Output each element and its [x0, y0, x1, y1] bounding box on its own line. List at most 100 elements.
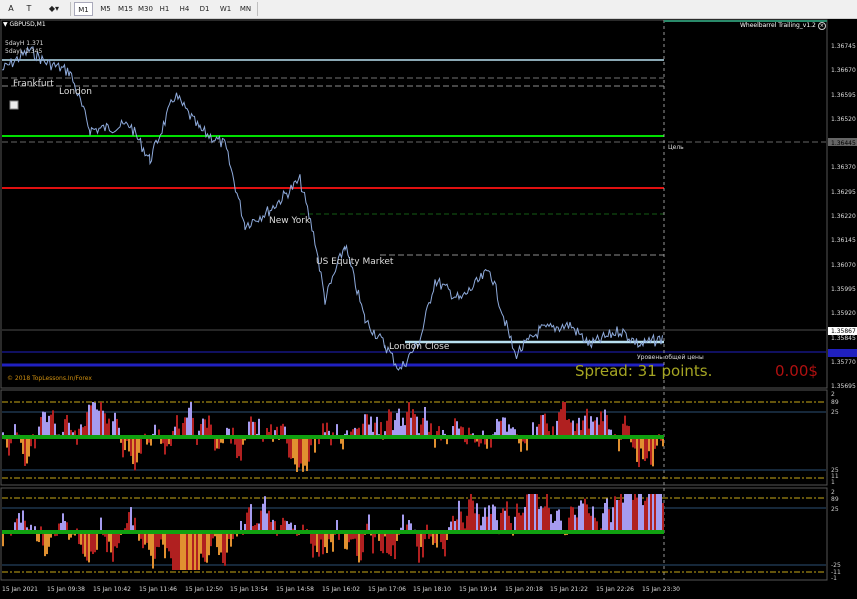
price-axis-tick: 1.36370	[831, 164, 856, 171]
histogram-bar	[584, 498, 586, 532]
histogram-bar	[546, 494, 548, 532]
histogram-bar	[470, 494, 472, 532]
histogram-bar	[564, 402, 566, 437]
histogram-bar	[158, 532, 160, 548]
histogram-bar	[584, 415, 586, 437]
histogram-bar	[2, 532, 4, 547]
histogram-bar	[214, 437, 216, 451]
histogram-bar	[200, 532, 202, 554]
timeframe-h1-button[interactable]: H1	[155, 2, 174, 16]
histogram-bar	[302, 437, 304, 472]
histogram-bar	[436, 532, 438, 548]
histogram-bar	[24, 437, 26, 466]
histogram-bar	[110, 532, 112, 553]
histogram-bar	[442, 532, 444, 550]
histogram-bar	[578, 417, 580, 437]
histogram-bar	[648, 437, 650, 452]
time-axis-tick: 15 Jan 18:10	[413, 586, 451, 593]
histogram-bar	[94, 532, 96, 553]
timeframe-h4-button[interactable]: H4	[175, 2, 194, 16]
histogram-bar	[504, 417, 506, 437]
histogram-bar	[580, 500, 582, 532]
timeframe-m5-button[interactable]: M5	[96, 2, 115, 16]
histogram-bar	[416, 416, 418, 437]
histogram-bar	[590, 416, 592, 437]
histogram-bar	[150, 532, 152, 556]
histogram-bar	[198, 532, 200, 570]
histogram-bar	[360, 532, 362, 561]
close-icon[interactable]: ×	[817, 22, 826, 30]
histogram-bar	[18, 513, 20, 532]
histogram-bar	[202, 418, 204, 437]
timeframe-d1-button[interactable]: D1	[195, 2, 214, 16]
histogram-bar	[500, 512, 502, 532]
histogram-bar	[562, 402, 564, 437]
histogram-bar	[548, 507, 550, 532]
histogram-bar	[502, 417, 504, 437]
histogram-bar	[586, 504, 588, 532]
histogram-bar	[102, 410, 104, 437]
session-london-close: London Close	[389, 342, 450, 352]
histogram-bar	[90, 532, 92, 552]
histogram-bar	[22, 437, 24, 454]
histogram-bar	[184, 417, 186, 437]
chart-toolbar: A T ◆▾ M1 M5 M15 M30 H1 H4 D1 W1 MN	[0, 0, 857, 19]
histogram-bar	[260, 510, 262, 532]
histogram-bar	[482, 516, 484, 532]
histogram-bar	[86, 532, 88, 561]
histogram-bar	[64, 419, 66, 437]
histogram-bar	[84, 532, 86, 557]
timeframe-m15-button[interactable]: M15	[116, 2, 135, 16]
histogram-bar	[346, 532, 348, 550]
time-axis-tick: 15 Jan 22:26	[596, 586, 634, 593]
histogram-bar	[106, 423, 108, 437]
histogram-bar	[220, 532, 222, 553]
histogram-bar	[488, 505, 490, 532]
histogram-bar	[388, 409, 390, 437]
indicator1-axis-tick: 89	[831, 399, 839, 406]
histogram-bar	[424, 406, 426, 437]
histogram-bar	[196, 532, 198, 570]
histogram-bar	[418, 532, 420, 563]
session-frankfurt: Frankfurt	[13, 79, 54, 89]
shapes-menu-button[interactable]: ◆▾	[44, 2, 64, 16]
histogram-bar	[326, 422, 328, 437]
symbol-text: GBPUSD,M1	[9, 21, 46, 28]
histogram-bar	[376, 416, 378, 437]
timeframe-mn-button[interactable]: MN	[236, 2, 255, 16]
price-chart[interactable]	[0, 19, 857, 599]
histogram-bar	[540, 506, 542, 532]
histogram-bar	[544, 506, 546, 532]
time-axis-tick: 15 Jan 14:58	[276, 586, 314, 593]
price-axis-tick: 1.35770	[831, 359, 856, 366]
histogram-bar	[638, 437, 640, 468]
histogram-bar	[130, 437, 132, 456]
total-price-label: Уровень общей цены	[637, 354, 704, 361]
histogram-bar	[154, 532, 156, 559]
timeframe-m30-button[interactable]: M30	[136, 2, 155, 16]
histogram-bar	[556, 510, 558, 532]
timeframe-w1-button[interactable]: W1	[216, 2, 235, 16]
histogram-bar	[246, 512, 248, 532]
histogram-bar	[8, 437, 10, 456]
histogram-bar	[592, 506, 594, 532]
time-axis-tick: 15 Jan 2021	[2, 586, 38, 593]
main-chart-frame	[0, 19, 828, 389]
histogram-bar	[88, 404, 90, 437]
histogram-bar	[568, 517, 570, 532]
indicator-name-text: Wheelbarrel Trailing_v1.2	[740, 22, 816, 29]
histogram-bar	[222, 532, 224, 564]
histogram-bar	[646, 437, 648, 459]
price-axis-tick: 1.36295	[831, 189, 856, 196]
timeframe-m1-button[interactable]: M1	[74, 2, 93, 16]
text-label-tool-button[interactable]: T	[24, 2, 34, 16]
histogram-baseline	[2, 530, 664, 534]
indicator2-axis-tick: -25	[831, 562, 841, 569]
histogram-bar	[250, 504, 252, 532]
chart-symbol-label: ▼ GBPUSD,M1	[3, 21, 46, 28]
text-tool-button[interactable]: A	[6, 2, 16, 16]
histogram-bar	[216, 532, 218, 548]
histogram-bar	[526, 494, 528, 532]
histogram-bar	[530, 494, 532, 532]
settings-checkbox[interactable]	[9, 100, 19, 110]
